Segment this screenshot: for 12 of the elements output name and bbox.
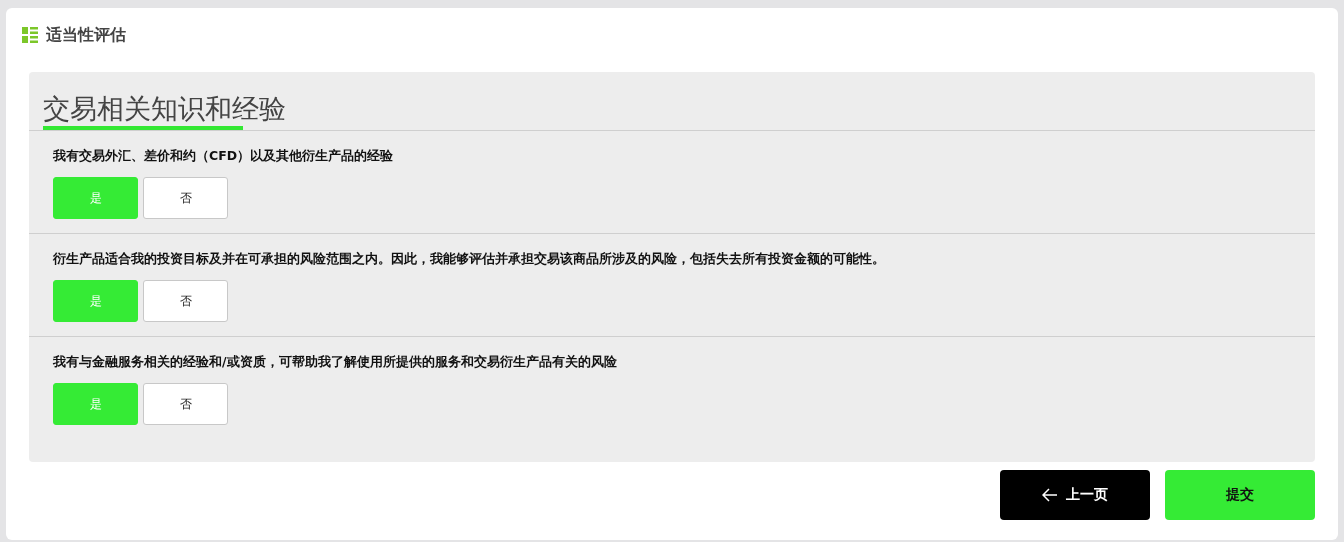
list-icon	[22, 27, 38, 43]
page-title: 适当性评估	[46, 24, 126, 46]
answer-option[interactable]: 否	[143, 177, 228, 219]
answer-option[interactable]: 否	[143, 383, 228, 425]
arrow-left-icon	[1042, 488, 1058, 502]
question-text: 衍生产品适合我的投资目标及并在可承担的风险范围之内。因此，我能够评估并承担交易该商品所涉及的风险，包括失去所有投资金额的可能性。	[53, 251, 886, 268]
section-title: 交易相关知识和经验	[43, 92, 286, 126]
submit-button[interactable]: 提交	[1165, 470, 1315, 520]
question-text: 我有与金融服务相关的经验和/或资质，可帮助我了解使用所提供的服务和交易衍生产品有关的风险	[53, 354, 618, 371]
question-text: 我有交易外汇、差价和约（CFD）以及其他衍生产品的经验	[53, 148, 395, 165]
back-button[interactable]: 上一页	[1000, 470, 1150, 520]
answer-option[interactable]: 否	[143, 280, 228, 322]
